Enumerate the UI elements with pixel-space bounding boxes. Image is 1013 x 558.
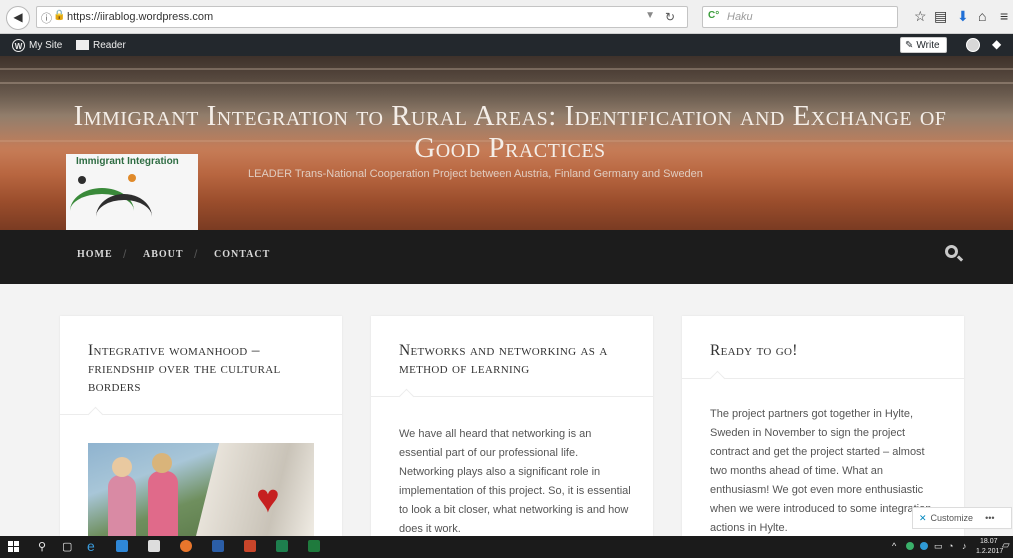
nav-separator: / — [194, 247, 198, 261]
search-input[interactable]: Haku — [727, 11, 753, 23]
heart-icon: ♥ — [256, 477, 280, 521]
logo-arc-icon — [96, 194, 152, 230]
nav-home[interactable]: HOME — [77, 249, 113, 260]
logo-figure-icon — [78, 176, 86, 184]
network-icon[interactable]: ▭ — [934, 541, 943, 552]
tray-app-icon[interactable] — [906, 542, 914, 550]
reader-label: Reader — [93, 39, 126, 51]
site-header: Immigrant Integration to Rural Areas: Id… — [0, 56, 1013, 230]
edge-browser-icon[interactable]: e — [87, 538, 95, 554]
main-navigation: HOME / ABOUT / CONTACT — [0, 230, 1013, 284]
wordpress-logo-icon: W — [12, 38, 25, 52]
post-featured-image[interactable]: ♥ — [88, 443, 314, 536]
task-view-icon[interactable]: ▢ — [62, 540, 72, 553]
post-excerpt: We have all heard that networking is an … — [399, 428, 631, 535]
downloads-icon[interactable]: ⬇ — [957, 8, 969, 25]
browser-toolbar: ◀ ⓘ 🔒 https://iirablog.wordpress.com ▼ ↻… — [0, 0, 1013, 34]
post-excerpt: The project partners got together in Hyl… — [710, 408, 932, 534]
post-title[interactable]: Ready to go! — [710, 342, 940, 360]
info-icon[interactable]: ⓘ — [41, 10, 52, 26]
my-site-link[interactable]: W My Site — [12, 34, 62, 56]
menu-icon[interactable]: ≡ — [1000, 8, 1008, 24]
search-engine-icon: C° — [708, 10, 720, 21]
nav-contact[interactable]: CONTACT — [214, 249, 270, 260]
reader-icon — [76, 40, 89, 50]
logo-figure-icon — [128, 174, 136, 182]
tray-chevron-icon[interactable]: ^ — [892, 541, 896, 551]
post-card: Networks and networking as a method of l… — [371, 316, 653, 536]
word-icon[interactable] — [212, 540, 224, 552]
file-explorer-icon[interactable] — [116, 540, 128, 552]
nav-about[interactable]: ABOUT — [143, 249, 184, 260]
back-button[interactable]: ◀ — [6, 6, 30, 30]
search-bar[interactable]: C° Haku — [702, 6, 898, 28]
excel-icon[interactable] — [308, 540, 320, 552]
volume-icon[interactable]: ♪ — [962, 541, 967, 551]
my-site-label: My Site — [29, 39, 63, 51]
windows-taskbar: ⚲ ▢ e ^ ▭ ◔ ♪ 18.07 1.2.2017 ▱ — [0, 536, 1013, 558]
store-icon[interactable] — [148, 540, 160, 552]
post-title[interactable]: Networks and networking as a method of l… — [399, 342, 629, 378]
post-card: Integrative womanhood – friendship over … — [60, 316, 342, 536]
url-dropdown-icon[interactable]: ▼ — [645, 10, 655, 21]
customize-label: Customize — [930, 513, 974, 523]
powerpoint-icon[interactable] — [244, 540, 256, 552]
firefox-icon[interactable] — [180, 540, 192, 552]
site-description: LEADER Trans-National Cooperation Projec… — [248, 168, 703, 180]
bookmarks-library-icon[interactable]: ▤ — [934, 8, 947, 25]
customize-button[interactable]: ✕ Customize ••• — [912, 507, 1012, 529]
lock-icon: 🔒 — [53, 10, 66, 21]
tools-icon: ✕ — [919, 512, 927, 523]
tray-app-icon[interactable] — [920, 542, 928, 550]
url-text[interactable]: https://iirablog.wordpress.com — [67, 11, 213, 23]
site-logo[interactable]: Immigrant Integration — [66, 154, 198, 230]
post-title[interactable]: Integrative womanhood – friendship over … — [88, 342, 318, 396]
reload-icon[interactable]: ↻ — [665, 10, 675, 24]
action-center-icon[interactable]: ▱ — [1002, 540, 1010, 551]
pencil-icon: ✎ — [905, 39, 914, 51]
nav-separator: / — [123, 247, 127, 261]
search-icon[interactable] — [945, 245, 958, 258]
project-icon[interactable] — [276, 540, 288, 552]
post-card: Ready to go! The project partners got to… — [682, 316, 964, 536]
more-icon[interactable]: ••• — [985, 513, 994, 523]
search-icon[interactable]: ⚲ — [38, 540, 46, 553]
logo-text: Immigrant Integration — [76, 156, 179, 167]
home-icon[interactable]: ⌂ — [978, 8, 986, 24]
wordpress-admin-bar: W My Site Reader ✎ Write ◆ — [0, 34, 1013, 56]
bookmark-star-icon[interactable]: ☆ — [914, 8, 927, 25]
reader-link[interactable]: Reader — [76, 34, 126, 56]
clock-date[interactable]: 1.2.2017 — [976, 548, 1003, 555]
wifi-icon[interactable]: ◔ — [948, 541, 953, 551]
write-button[interactable]: ✎ Write — [900, 37, 947, 53]
write-label: Write — [916, 39, 940, 51]
windows-start-icon[interactable] — [8, 541, 19, 552]
notifications-bell-icon[interactable]: ◆ — [992, 37, 1001, 51]
url-bar[interactable]: ⓘ 🔒 https://iirablog.wordpress.com ▼ ↻ — [36, 6, 688, 28]
avatar[interactable] — [966, 38, 980, 52]
clock-time[interactable]: 18.07 — [980, 538, 998, 545]
